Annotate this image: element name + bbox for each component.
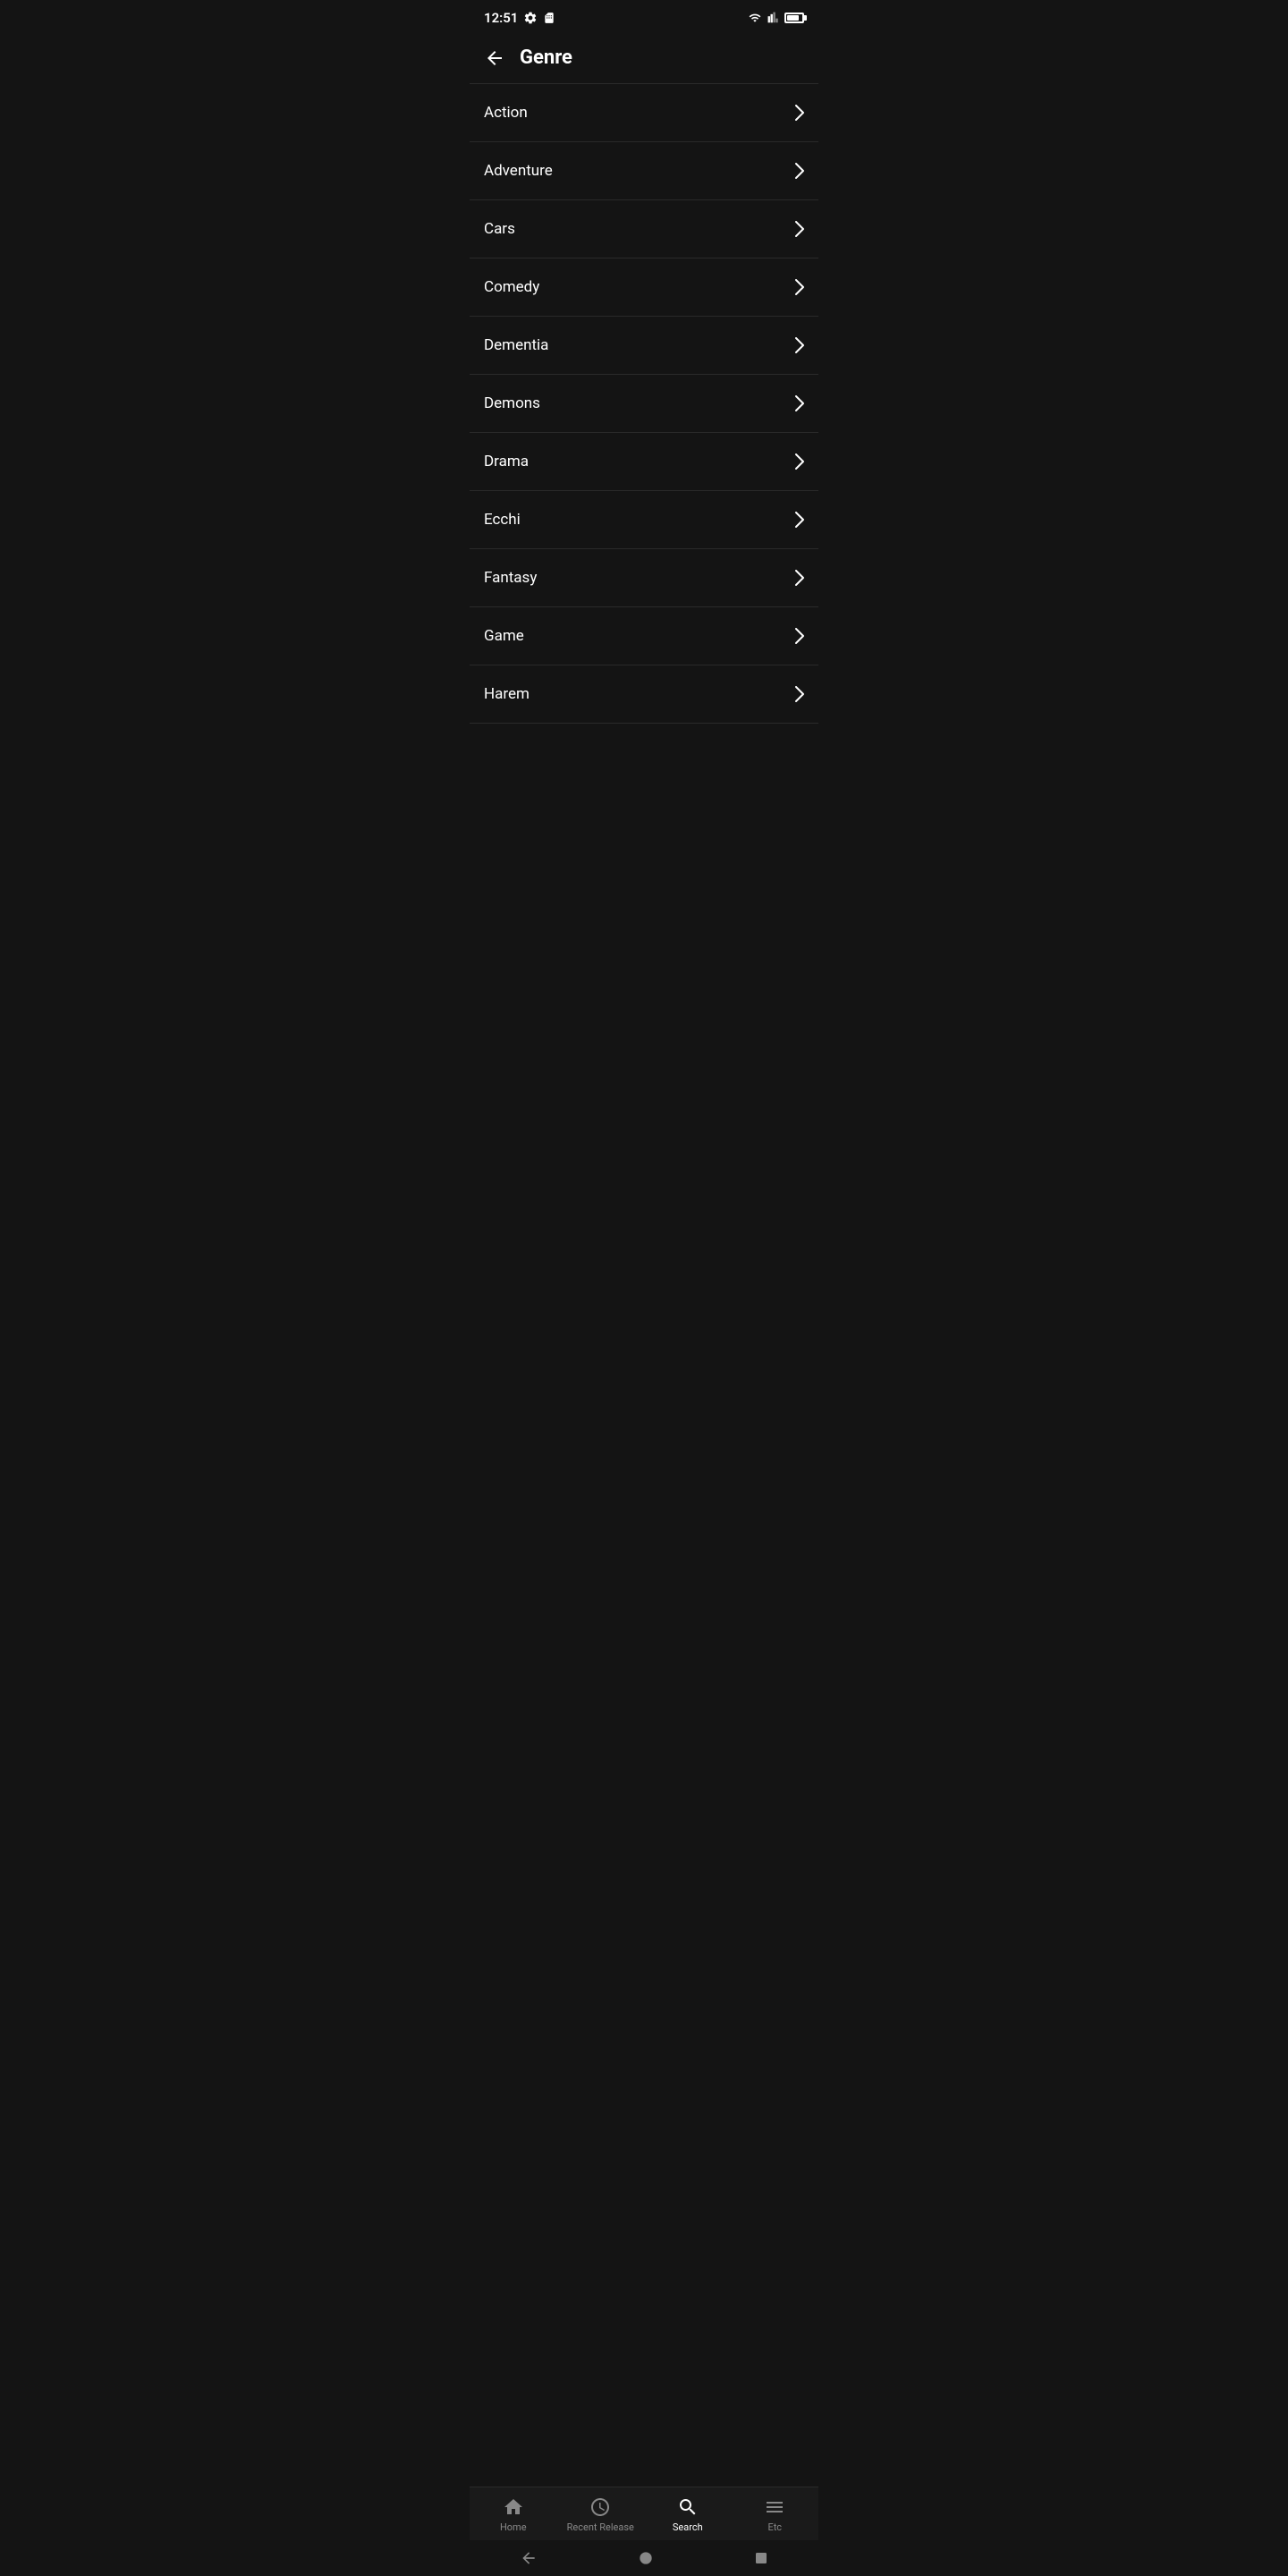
genre-name: Fantasy	[484, 569, 537, 587]
chevron-right-icon	[795, 570, 804, 586]
genre-item-cars[interactable]: Cars	[470, 200, 818, 258]
genre-name: Cars	[484, 220, 515, 238]
system-recent-icon	[754, 2551, 768, 2565]
status-time: 12:51	[484, 10, 518, 26]
system-recent-button[interactable]	[754, 2551, 768, 2565]
genre-item-game[interactable]: Game	[470, 607, 818, 665]
battery-icon	[784, 13, 804, 23]
chevron-right-icon	[795, 512, 804, 528]
chevron-right-icon	[795, 105, 804, 121]
header: Genre	[470, 36, 818, 83]
clock-icon	[589, 2496, 611, 2518]
genre-item-comedy[interactable]: Comedy	[470, 258, 818, 317]
chevron-right-icon	[795, 221, 804, 237]
sd-card-icon	[543, 11, 555, 25]
system-home-button[interactable]	[637, 2549, 655, 2567]
genre-item-ecchi[interactable]: Ecchi	[470, 491, 818, 549]
system-home-icon	[637, 2549, 655, 2567]
back-button[interactable]	[484, 47, 505, 69]
genre-item-fantasy[interactable]: Fantasy	[470, 549, 818, 607]
genre-name: Dementia	[484, 336, 548, 354]
bottom-navigation: Home Recent Release Search Etc	[470, 2487, 818, 2540]
genre-name: Drama	[484, 453, 529, 470]
nav-label-etc: Etc	[767, 2521, 782, 2533]
genre-item-harem[interactable]: Harem	[470, 665, 818, 724]
chevron-right-icon	[795, 453, 804, 470]
genre-list-container: Action Adventure Cars Comedy Dementia Demons D…	[470, 84, 818, 831]
genre-name: Harem	[484, 685, 530, 703]
signal-icon	[767, 12, 780, 24]
genre-name: Ecchi	[484, 511, 521, 529]
genre-item-adventure[interactable]: Adventure	[470, 142, 818, 200]
chevron-right-icon	[795, 279, 804, 295]
status-left: 12:51	[484, 10, 555, 26]
nav-item-recent[interactable]: Recent Release	[557, 2496, 645, 2533]
genre-name: Comedy	[484, 278, 539, 296]
genre-item-demons[interactable]: Demons	[470, 375, 818, 433]
nav-item-etc[interactable]: Etc	[732, 2496, 819, 2533]
nav-label-home: Home	[500, 2521, 527, 2533]
genre-name: Demons	[484, 394, 540, 412]
genre-name: Adventure	[484, 162, 553, 180]
genre-name: Game	[484, 627, 524, 645]
genre-list: Action Adventure Cars Comedy Dementia Demons D…	[470, 84, 818, 724]
chevron-right-icon	[795, 628, 804, 644]
home-icon	[503, 2496, 524, 2518]
back-arrow-icon	[484, 47, 505, 69]
search-icon	[677, 2496, 699, 2518]
nav-label-recent: Recent Release	[567, 2521, 634, 2533]
genre-item-action[interactable]: Action	[470, 84, 818, 142]
page-title: Genre	[520, 47, 572, 69]
status-right	[747, 12, 804, 24]
chevron-right-icon	[795, 163, 804, 179]
chevron-right-icon	[795, 337, 804, 353]
system-back-button[interactable]	[520, 2549, 538, 2567]
nav-item-home[interactable]: Home	[470, 2496, 557, 2533]
chevron-right-icon	[795, 686, 804, 702]
system-navigation	[470, 2540, 818, 2576]
menu-icon	[764, 2496, 785, 2518]
system-back-icon	[520, 2549, 538, 2567]
genre-item-drama[interactable]: Drama	[470, 433, 818, 491]
nav-item-search[interactable]: Search	[644, 2496, 732, 2533]
genre-name: Action	[484, 104, 528, 122]
nav-label-search: Search	[673, 2521, 703, 2533]
status-bar: 12:51	[470, 0, 818, 36]
wifi-icon	[747, 12, 763, 24]
genre-item-dementia[interactable]: Dementia	[470, 317, 818, 375]
settings-icon	[523, 11, 538, 25]
chevron-right-icon	[795, 395, 804, 411]
